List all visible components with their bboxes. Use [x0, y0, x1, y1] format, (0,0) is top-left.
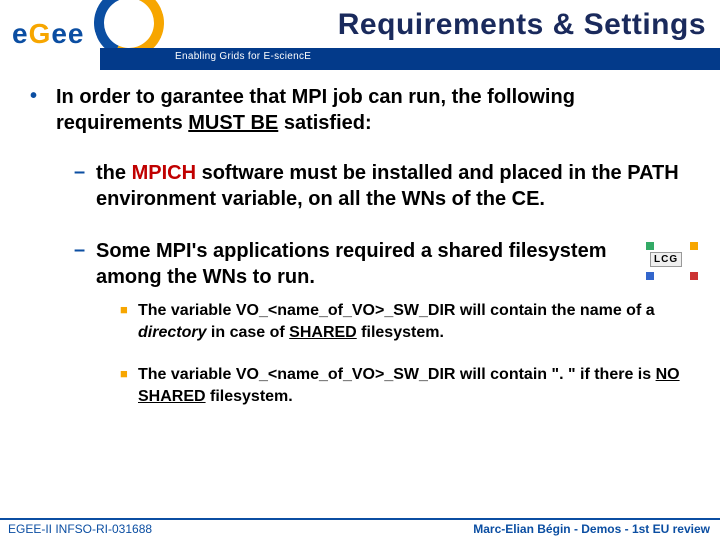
- text: filesystem.: [357, 324, 444, 341]
- text: The variable: [138, 302, 236, 319]
- square-icon: [646, 242, 654, 250]
- text-emphasis: MPICH: [132, 162, 196, 184]
- intro-text: In order to garantee that MPI job can ru…: [56, 84, 700, 136]
- header-tagline: Enabling Grids for E-sciencE: [175, 51, 311, 62]
- text: the: [96, 162, 132, 184]
- text: will contain the name of a: [455, 302, 654, 319]
- footer: EGEE-II INFSO-RI-031688 Marc-Elian Bégin…: [0, 514, 720, 540]
- square-icon: [646, 272, 654, 280]
- slide-body: • In order to garantee that MPI job can …: [30, 84, 700, 428]
- text-underlined: SHARED: [289, 324, 357, 341]
- bullet-level2: – Some MPI's applications required a sha…: [74, 238, 630, 290]
- bullet-level2: – the MPICH software must be installed a…: [74, 160, 700, 212]
- req-1-text: the MPICH software must be installed and…: [96, 160, 700, 212]
- sub-1-text: The variable VO_<name_of_VO>_SW_DIR will…: [138, 300, 700, 344]
- text-variable: VO_<name_of_VO>_SW_DIR: [236, 302, 456, 319]
- square-bullet-icon: ■: [120, 364, 138, 408]
- square-icon: [690, 242, 698, 250]
- text: in case of: [206, 324, 289, 341]
- logo-text: eGee: [12, 18, 85, 50]
- lcg-label: LCG: [650, 252, 682, 267]
- dash-icon: –: [74, 160, 96, 212]
- text-underlined: MUST BE: [188, 112, 278, 134]
- sub-2-text: The variable VO_<name_of_VO>_SW_DIR will…: [138, 364, 700, 408]
- logo-text-part: e: [12, 18, 29, 49]
- square-icon: [690, 272, 698, 280]
- text: satisfied:: [278, 112, 371, 134]
- bullet-level1: • In order to garantee that MPI job can …: [30, 84, 700, 136]
- bullet-level3: ■ The variable VO_<name_of_VO>_SW_DIR wi…: [120, 364, 700, 408]
- footer-rule: [0, 518, 720, 520]
- lcg-logo: LCG: [644, 240, 700, 282]
- slide: eGee Requirements & Settings Enabling Gr…: [0, 0, 720, 540]
- dash-icon: –: [74, 238, 96, 290]
- text-italic: directory: [138, 324, 206, 341]
- logo-text-part: G: [29, 18, 52, 49]
- bullet-level2-with-graphic: – Some MPI's applications required a sha…: [74, 238, 700, 290]
- footer-right: Marc-Elian Bégin - Demos - 1st EU review: [473, 522, 710, 536]
- text-quote: ". ": [551, 366, 575, 383]
- square-bullet-icon: ■: [120, 300, 138, 344]
- footer-left: EGEE-II INFSO-RI-031688: [8, 522, 152, 536]
- bullet-dot-icon: •: [30, 84, 56, 136]
- text-variable: VO_<name_of_VO>_SW_DIR: [236, 366, 456, 383]
- text: will contain: [455, 366, 551, 383]
- text: if there is: [576, 366, 656, 383]
- logo-text-part: ee: [51, 18, 84, 49]
- text: The variable: [138, 366, 236, 383]
- slide-title: Requirements & Settings: [200, 8, 706, 42]
- header: eGee Requirements & Settings Enabling Gr…: [0, 0, 720, 66]
- text: filesystem.: [206, 388, 293, 405]
- bullet-level3: ■ The variable VO_<name_of_VO>_SW_DIR wi…: [120, 300, 700, 344]
- req-2-text: Some MPI's applications required a share…: [96, 238, 630, 290]
